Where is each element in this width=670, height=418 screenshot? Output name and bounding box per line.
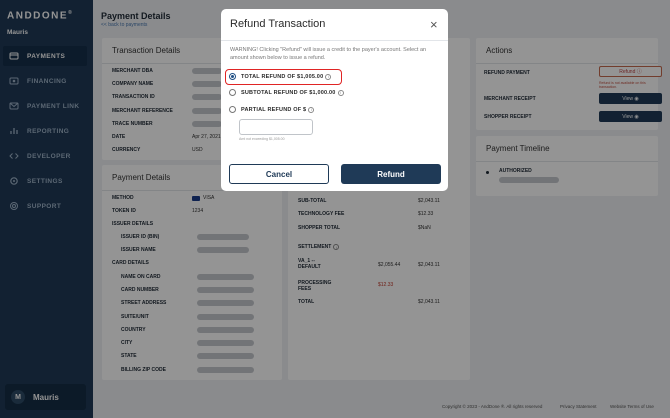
refund-warning: WARNING! Clicking "Refund" will issue a …	[230, 47, 427, 61]
option-label: PARTIAL REFUND OF $	[241, 106, 307, 113]
submit-refund-button[interactable]: Refund	[341, 164, 441, 184]
cancel-button[interactable]: Cancel	[229, 164, 329, 184]
partial-refund-amount-input[interactable]	[239, 119, 313, 135]
divider	[221, 40, 448, 41]
modal-title: Refund Transaction	[230, 18, 326, 30]
info-icon[interactable]: i	[308, 106, 315, 113]
radio-unchecked[interactable]	[229, 89, 236, 96]
refund-transaction-modal: Refund Transaction × WARNING! Clicking "…	[221, 9, 448, 191]
option-label: SUBTOTAL REFUND OF $1,000.00	[241, 89, 336, 96]
subtotal-refund-option[interactable]: SUBTOTAL REFUND OF $1,000.00 i	[229, 89, 344, 96]
close-icon[interactable]: ×	[430, 18, 438, 31]
info-icon[interactable]: i	[337, 89, 344, 96]
amount-hint: Amt not exceeding $1,005.00	[239, 137, 285, 141]
partial-refund-option[interactable]: PARTIAL REFUND OF $ i	[229, 106, 315, 113]
selection-highlight	[225, 69, 342, 85]
radio-unchecked[interactable]	[229, 106, 236, 113]
